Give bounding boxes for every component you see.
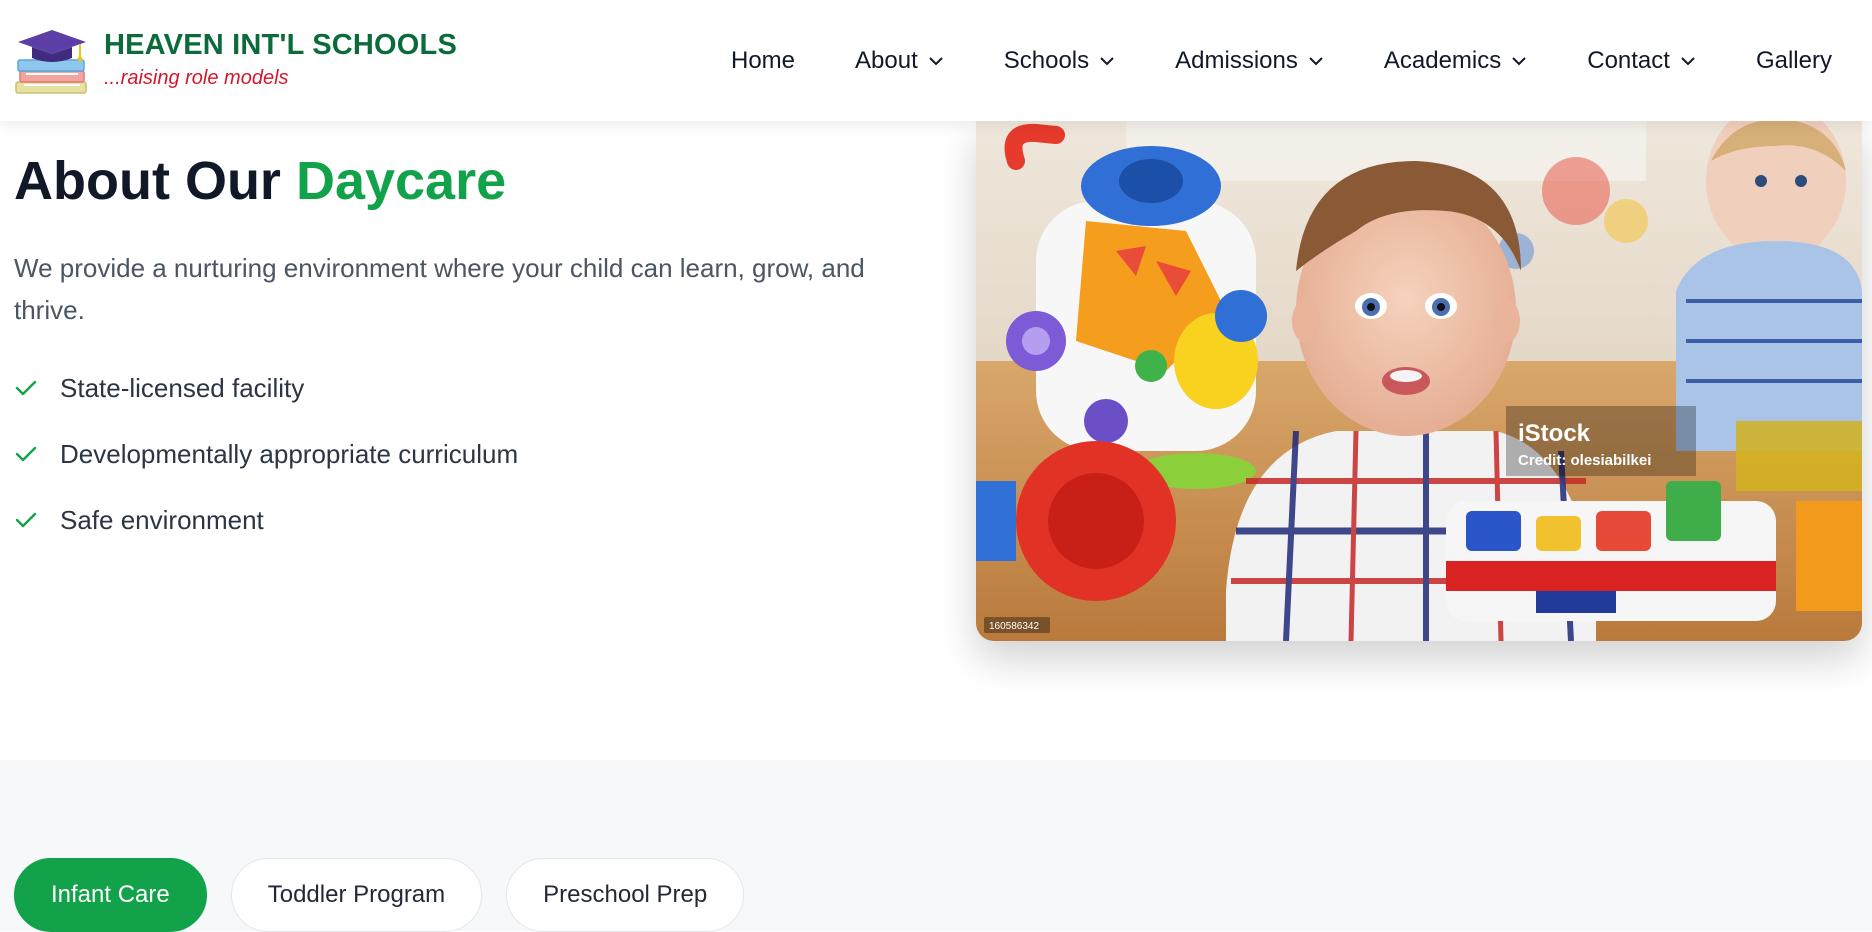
stock-id: 160586342: [989, 621, 1039, 632]
feature-item: Safe environment: [14, 498, 518, 542]
page-title: About Our Daycare: [14, 148, 506, 214]
hero-description: We provide a nurturing environment where…: [14, 253, 865, 325]
title-accent: Daycare: [295, 151, 507, 211]
watermark-brand: iStock: [1518, 420, 1591, 447]
nav-academics[interactable]: Academics: [1384, 47, 1527, 75]
nav-contact[interactable]: Contact: [1587, 47, 1696, 75]
title-prefix: About Our: [14, 151, 296, 211]
chevron-down-icon: [1309, 57, 1323, 66]
site-header: HEAVEN INT'L SCHOOLS ...raising role mod…: [0, 0, 1872, 121]
daycare-photo: iStock Credit: olesiabilkei 160586342: [976, 121, 1862, 641]
nav-label: Admissions: [1175, 47, 1298, 74]
brand-tagline: ...raising role models: [104, 67, 289, 89]
feature-text: Developmentally appropriate curriculum: [60, 438, 519, 469]
check-icon: [15, 446, 37, 462]
nav-label: Contact: [1587, 47, 1670, 74]
watermark-credit: Credit: olesiabilkei: [1518, 452, 1651, 469]
chevron-down-icon: [929, 57, 943, 66]
tab-preschool-prep[interactable]: Preschool Prep: [506, 858, 745, 932]
nav-admissions[interactable]: Admissions: [1175, 47, 1324, 75]
graduation-cap-books-icon: [15, 30, 87, 94]
check-icon: [15, 512, 37, 528]
nav-label: Gallery: [1755, 47, 1832, 74]
feature-text: State-licensed facility: [60, 372, 305, 403]
feature-list: State-licensed facility Developmentally …: [14, 366, 518, 564]
nav-schools[interactable]: Schools: [1004, 47, 1115, 75]
brand-logo[interactable]: HEAVEN INT'L SCHOOLS ...raising role mod…: [14, 26, 457, 96]
chevron-down-icon: [1681, 57, 1695, 66]
nav-label: Home: [731, 47, 796, 74]
program-tabs: Infant Care Toddler Program Preschool Pr…: [14, 858, 768, 932]
chevron-down-icon: [1512, 57, 1526, 66]
brand-title: HEAVEN INT'L SCHOOLS: [104, 29, 458, 61]
nav-gallery[interactable]: Gallery: [1756, 47, 1832, 75]
feature-item: Developmentally appropriate curriculum: [14, 432, 518, 476]
nav-about[interactable]: About: [855, 47, 944, 75]
feature-text: Safe environment: [60, 504, 264, 535]
tab-infant-care[interactable]: Infant Care: [14, 858, 207, 932]
main-nav: Home About Schools Admissions Academics …: [731, 44, 1832, 78]
nav-label: Academics: [1383, 47, 1502, 74]
nav-label: About: [855, 47, 918, 74]
tab-toddler-program[interactable]: Toddler Program: [230, 858, 483, 932]
nav-label: Schools: [1003, 47, 1090, 74]
feature-item: State-licensed facility: [14, 366, 518, 410]
nav-home[interactable]: Home: [731, 47, 795, 75]
chevron-down-icon: [1100, 57, 1114, 66]
check-icon: [15, 380, 37, 396]
